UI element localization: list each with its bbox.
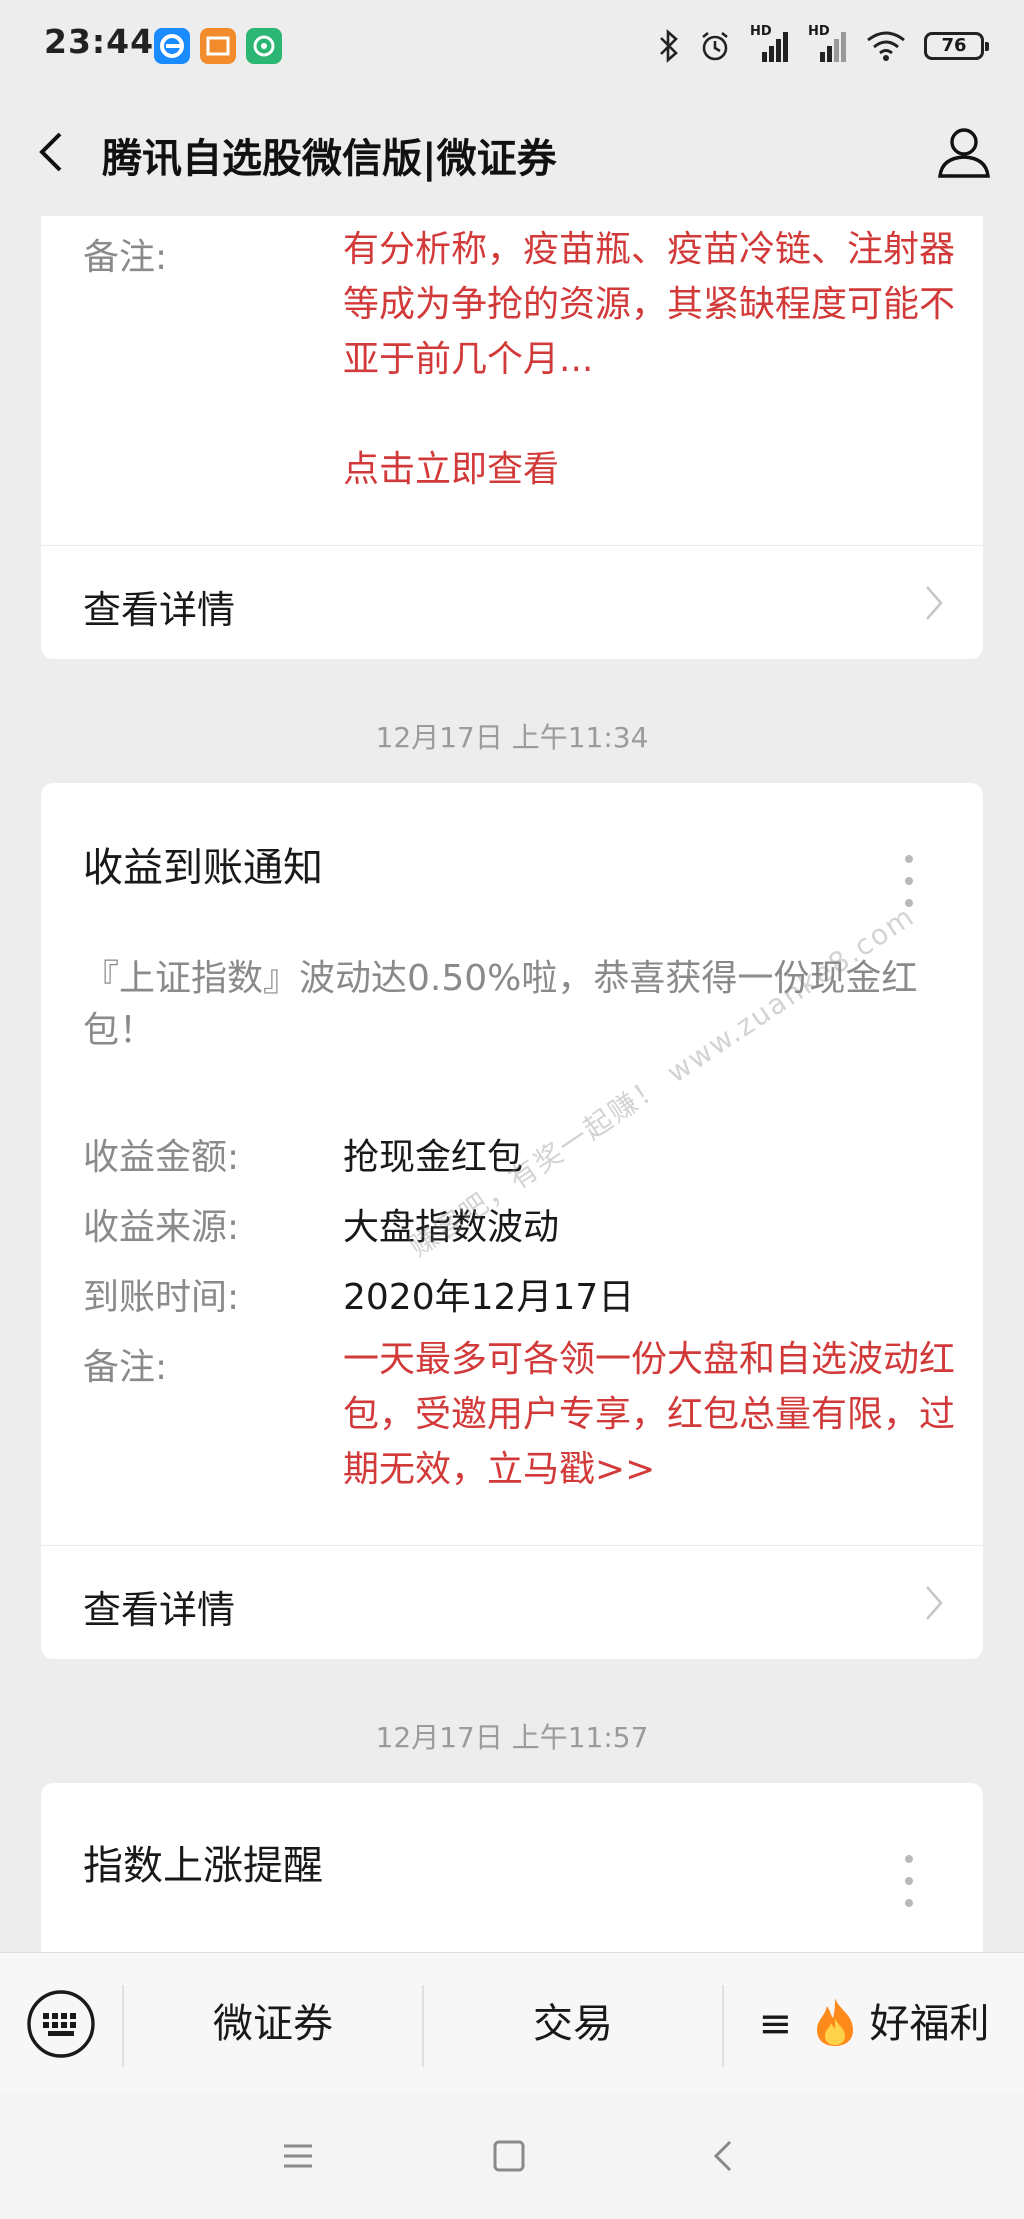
view-details-label: 查看详情 — [83, 1588, 236, 1632]
remark-text[interactable]: 一天最多可各领一份大盘和自选波动红包，受邀用户专享，红包总量有限，过期无效，立马… — [343, 1332, 983, 1497]
remark-text: 有分析称，疫苗瓶、疫苗冷链、注射器等成为争抢的资源，其紧缺程度可能不亚于前几个月… — [343, 229, 956, 380]
divider — [41, 1545, 983, 1546]
status-bar: 23:44 HD HD 76 — [0, 0, 1024, 90]
view-details-link[interactable]: 查看详情 — [41, 1547, 983, 1659]
field-value-amount: 抢现金红包 — [343, 1137, 524, 1178]
more-vertical-icon[interactable] — [903, 1851, 915, 1911]
chevron-right-icon — [926, 1586, 943, 1620]
podcast-app-icon — [246, 28, 282, 64]
field-label-amount: 收益金额: — [83, 1137, 240, 1178]
field-value-time: 2020年12月17日 — [343, 1277, 635, 1318]
system-nav-bar — [0, 2094, 1024, 2219]
signal-icon: HD — [750, 24, 790, 64]
status-icons: HD HD 76 — [658, 24, 989, 66]
message-card-2: 收益到账通知 『上证指数』波动达0.50%啦，恭喜获得一份现金红包！ 收益金额:… — [41, 783, 983, 1659]
menu-item-trade[interactable]: 交易 — [424, 1953, 722, 2095]
message-card-3: 指数上涨提醒 — [41, 1783, 983, 1952]
view-details-label: 查看详情 — [83, 588, 236, 632]
status-time: 23:44 — [44, 22, 155, 61]
menu-lines-icon[interactable] — [276, 2134, 320, 2178]
bluetooth-icon — [660, 29, 678, 63]
field-label-source: 收益来源: — [83, 1207, 240, 1248]
back-triangle-icon[interactable] — [702, 2134, 746, 2178]
battery-icon: 76 — [924, 32, 989, 60]
shopping-app-icon — [200, 28, 236, 64]
menu-lines-icon: ≡ — [758, 2001, 793, 2047]
remark-label: 备注: — [83, 237, 168, 278]
card-title: 收益到账通知 — [83, 845, 323, 891]
bottom-menu: 微证券 交易 ≡ 好福利 — [0, 1952, 1024, 2095]
square-home-icon[interactable] — [487, 2134, 531, 2178]
alarm-icon — [702, 31, 728, 61]
message-timestamp: 12月17日 上午11:34 — [375, 721, 649, 754]
nav-bar: 腾讯自选股微信版|微证券 — [0, 90, 1024, 216]
fire-icon — [816, 1998, 853, 2046]
message-timestamp: 12月17日 上午11:57 — [375, 1721, 649, 1754]
field-label-time: 到账时间: — [83, 1277, 240, 1318]
page-title: 腾讯自选股微信版|微证券 — [102, 136, 557, 182]
remark-link[interactable]: 点击立即查看 — [343, 442, 983, 497]
divider — [41, 545, 983, 546]
remark-label: 备注: — [83, 1347, 168, 1388]
profile-icon[interactable] — [932, 120, 996, 184]
menu-item-benefits-label: 好福利 — [869, 2001, 990, 2047]
menu-item-wei-zheng-quan[interactable]: 微证券 — [124, 1953, 422, 2095]
back-arrow-icon[interactable] — [28, 120, 88, 184]
menu-item-benefits[interactable]: ≡ 好福利 — [724, 1953, 1024, 2095]
message-card-1: 备注: 有分析称，疫苗瓶、疫苗冷链、注射器等成为争抢的资源，其紧缺程度可能不亚于… — [41, 216, 983, 659]
wifi-icon — [867, 31, 905, 61]
view-details-link[interactable]: 查看详情 — [41, 547, 983, 659]
keyboard-icon[interactable] — [26, 1989, 96, 2059]
card-title: 指数上涨提醒 — [83, 1843, 323, 1889]
browser-app-icon — [154, 28, 190, 64]
chevron-right-icon — [926, 586, 943, 620]
signal-icon: HD — [808, 24, 848, 64]
